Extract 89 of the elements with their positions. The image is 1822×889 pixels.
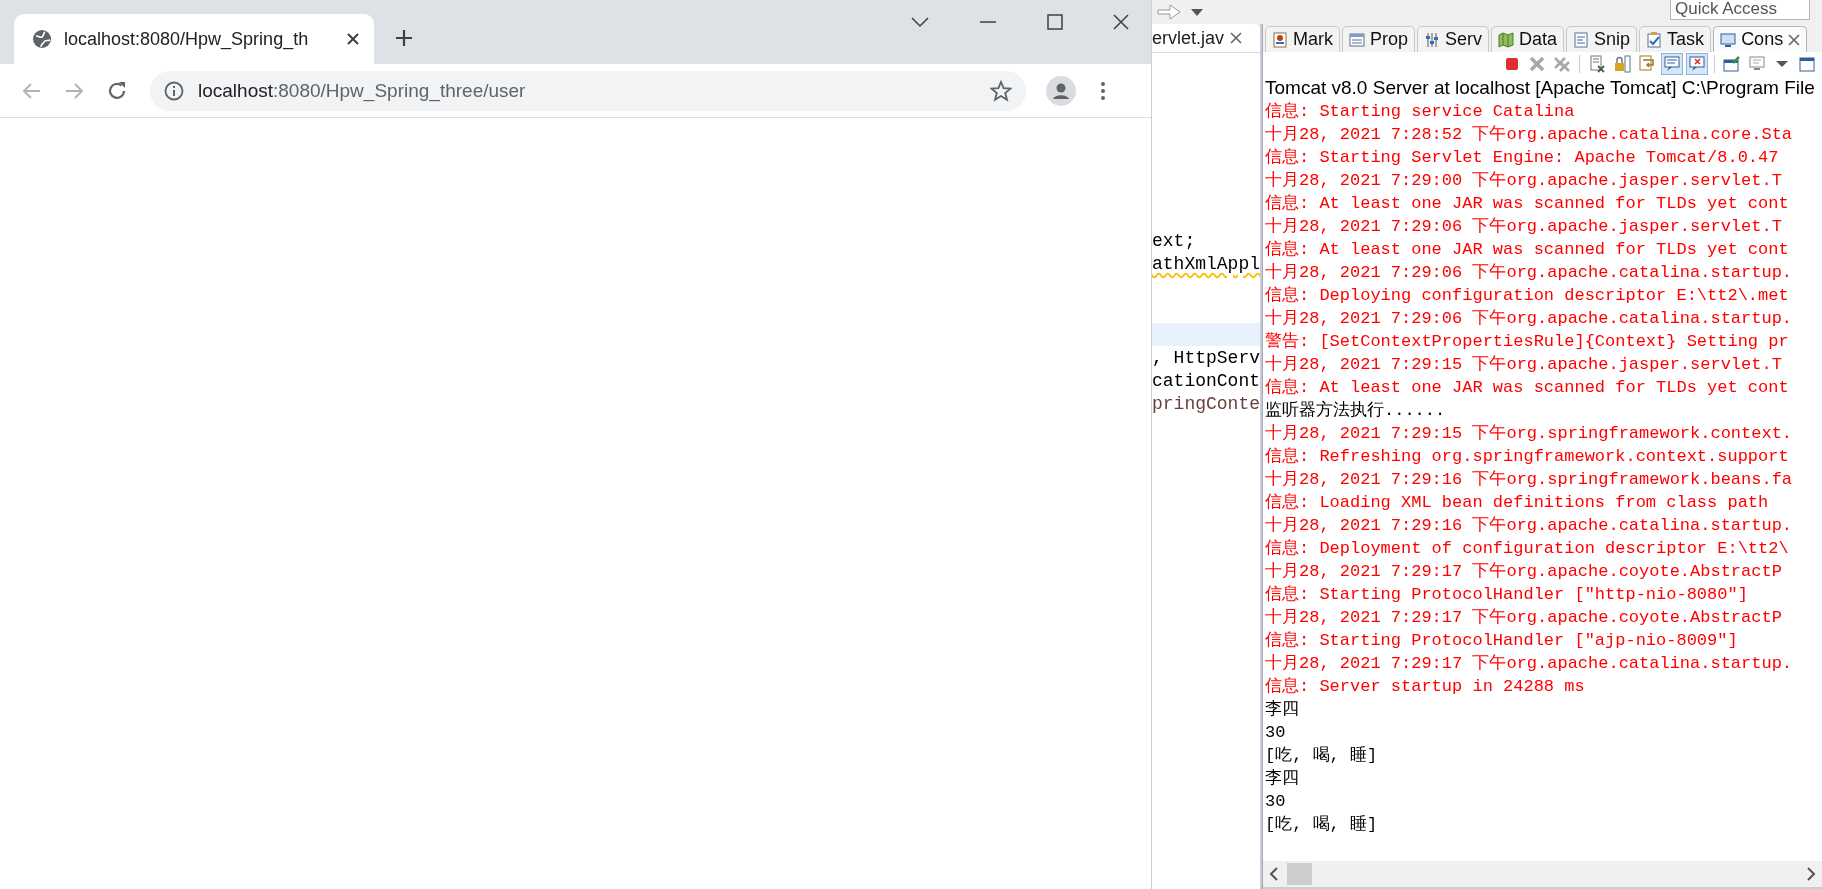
- console-line: 十月28, 2021 7:29:17 下午org.apache.coyote.AbstractP: [1265, 561, 1783, 583]
- console-line: [吃, 喝, 睡]: [1265, 745, 1379, 767]
- address-bar[interactable]: localhost:8080/Hpw_Spring_three/user: [150, 70, 1026, 111]
- console-line: 信息: Starting ProtocolHandler ["ajp-nio-8009"]: [1265, 630, 1739, 652]
- remove-all-icon: [1553, 55, 1571, 73]
- view-tab[interactable]: Serv: [1417, 26, 1490, 52]
- scroll-lock-icon: [1613, 55, 1631, 73]
- console-line: 信息: Loading XML bean definitions from class path: [1265, 492, 1770, 514]
- info-icon: [164, 80, 184, 101]
- console-line: 警告: [SetContextPropertiesRule]{Context} Setting pr: [1265, 331, 1790, 353]
- console-title: Tomcat v8.0 Server at localhost [Apache Tomcat] C:\Program File: [1263, 76, 1822, 100]
- console-line: 十月28, 2021 7:29:16 下午org.apache.catalina.startup.: [1265, 515, 1794, 537]
- code-line: , HttpServ: [1152, 347, 1260, 370]
- code-line: cationCont: [1152, 370, 1260, 393]
- console-line: 十月28, 2021 7:29:17 下午org.apache.catalina.startup.: [1265, 653, 1794, 675]
- console-line: 30: [1265, 791, 1287, 813]
- star-icon[interactable]: [990, 79, 1012, 102]
- close-icon[interactable]: [1113, 14, 1129, 30]
- caret-icon[interactable]: [1190, 7, 1204, 17]
- console-line: 十月28, 2021 7:29:06 下午org.apache.catalina.startup.: [1265, 308, 1794, 330]
- markers-view-icon: [1272, 31, 1288, 48]
- properties-view-icon: [1349, 31, 1365, 48]
- console-line: 十月28, 2021 7:29:15 下午org.apache.jasper.servlet.T: [1265, 354, 1783, 376]
- globe-icon: [32, 29, 52, 49]
- scrollbar-thumb[interactable]: [1287, 863, 1312, 885]
- browser-tab[interactable]: localhost:8080/Hpw_Spring_th: [14, 14, 374, 64]
- console-line: 信息: At least one JAR was scanned for TLDs yet cont: [1265, 193, 1790, 215]
- view-tab[interactable]: Task: [1639, 26, 1712, 52]
- console-line: 信息: Server startup in 24288 ms: [1265, 676, 1586, 698]
- close-icon[interactable]: [1788, 33, 1801, 46]
- clear-console-icon: [1588, 55, 1606, 73]
- console-line: 十月28, 2021 7:29:15 下午org.springframework.context.: [1265, 423, 1794, 445]
- stop-icon: [1503, 55, 1521, 73]
- display-console-icon: [1748, 55, 1766, 73]
- console-line: 信息: At least one JAR was scanned for TLDs yet cont: [1265, 239, 1790, 261]
- console-line: 信息: Starting Servlet Engine: Apache Tomcat/8.0.47: [1265, 147, 1780, 169]
- scroll-left-icon[interactable]: [1269, 867, 1279, 881]
- view-tab[interactable]: Snip: [1566, 26, 1638, 52]
- menu-icon[interactable]: [1100, 80, 1106, 101]
- close-icon[interactable]: [1230, 32, 1243, 44]
- console-line: 李四: [1265, 768, 1300, 790]
- avatar-icon[interactable]: [1046, 75, 1076, 106]
- console-line: 十月28, 2021 7:29:16 下午org.springframework.beans.fa: [1265, 469, 1794, 491]
- console-view-icon: [1720, 31, 1737, 48]
- console-error-button[interactable]: [1686, 53, 1708, 75]
- console-line: 信息: Deployment of configuration descriptor E:\tt2\: [1265, 538, 1790, 560]
- console-line: [吃, 喝, 睡]: [1265, 814, 1379, 836]
- console-line: 信息: At least one JAR was scanned for TLDs yet cont: [1265, 377, 1790, 399]
- console-line: 十月28, 2021 7:29:06 下午org.apache.jasper.servlet.T: [1265, 216, 1783, 238]
- word-wrap-icon: [1638, 55, 1656, 73]
- maximize-icon[interactable]: [1047, 14, 1063, 30]
- console-message-icon: [1663, 55, 1681, 73]
- close-icon[interactable]: [346, 32, 360, 46]
- editor-tab[interactable]: ervlet.jav: [1152, 24, 1260, 52]
- console-line: 十月28, 2021 7:29:17 下午org.apache.coyote.AbstractP: [1265, 607, 1783, 629]
- tasks-view-icon: [1646, 31, 1663, 48]
- caret-icon[interactable]: [911, 16, 929, 28]
- horizontal-scrollbar[interactable]: [1263, 861, 1822, 889]
- url-text: localhost:8080/Hpw_Spring_three/user: [198, 79, 527, 102]
- quick-access-field[interactable]: Quick Access: [1670, 0, 1810, 20]
- console-line: 监听器方法执行......: [1265, 400, 1447, 422]
- code-line: ext;: [1152, 230, 1197, 253]
- snippets-view-icon: [1573, 31, 1590, 48]
- console-line: 信息: Starting ProtocolHandler ["http-nio-8080"]: [1265, 584, 1749, 606]
- console-line: 十月28, 2021 7:28:52 下午org.apache.catalina.core.Sta: [1265, 124, 1794, 146]
- new-tab-icon[interactable]: [394, 28, 414, 48]
- code-line: pringConte: [1152, 393, 1260, 416]
- console-line: 信息: Starting service Catalina: [1265, 101, 1576, 123]
- console-line: 十月28, 2021 7:29:00 下午org.apache.jasper.servlet.T: [1265, 170, 1783, 192]
- pin-icon: [1723, 55, 1741, 73]
- servers-view-icon: [1424, 31, 1441, 48]
- open-console-icon: [1798, 55, 1816, 73]
- console-line: 信息: Deploying configuration descriptor E:\tt2\.met: [1265, 285, 1790, 307]
- pin-button[interactable]: [1721, 53, 1743, 75]
- console-error-icon: [1688, 55, 1706, 73]
- console-line: 30: [1265, 722, 1287, 744]
- view-tab[interactable]: Mark: [1265, 26, 1340, 52]
- view-tab[interactable]: Prop: [1342, 26, 1416, 52]
- console-line: 十月28, 2021 7:29:06 下午org.apache.catalina.startup.: [1265, 262, 1794, 284]
- code-line: athXmlAppl: [1152, 253, 1260, 276]
- console-message-button[interactable]: [1661, 53, 1683, 75]
- scroll-right-icon[interactable]: [1806, 867, 1816, 881]
- view-tab[interactable]: Data: [1491, 26, 1565, 52]
- console-line: 李四: [1265, 699, 1300, 721]
- console-line: 信息: Refreshing org.springframework.context.support: [1265, 446, 1790, 468]
- reload-icon[interactable]: [106, 79, 128, 102]
- view-tab[interactable]: Cons: [1713, 26, 1808, 52]
- data-view-icon: [1498, 31, 1515, 48]
- remove-icon: [1528, 55, 1546, 73]
